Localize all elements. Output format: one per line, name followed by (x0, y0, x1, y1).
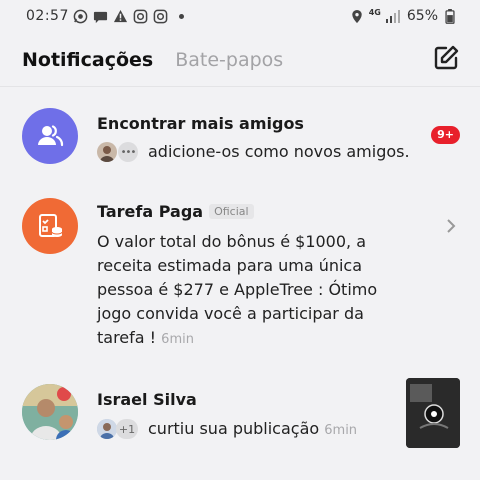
dot-icon (178, 13, 184, 19)
unread-badge: 9+ (431, 126, 460, 144)
body-line-text: tarefa ! (97, 328, 162, 347)
chat-bubble-icon (93, 8, 109, 24)
more-icon: ••• (118, 142, 138, 162)
mini-avatar (97, 419, 117, 439)
compose-button[interactable] (432, 44, 460, 72)
body-line: O valor total do bônus é $1000, a (97, 232, 367, 251)
extra-count: +1 (116, 419, 138, 439)
task-avatar (22, 198, 78, 254)
item-text: curtiu sua publicação 6min (148, 417, 357, 443)
edit-icon (434, 45, 459, 70)
tab-bar: Notificações Bate-papos (0, 38, 480, 82)
body-line: receita estimada para uma única (97, 256, 363, 275)
friends-avatar (22, 108, 78, 164)
chevron-right-icon (446, 218, 456, 238)
friends-icon (38, 125, 64, 147)
task-icon (39, 214, 63, 237)
battery-percent: 65% (406, 8, 438, 24)
item-body: O valor total do bônus é $1000, a receit… (97, 230, 397, 352)
battery-icon (442, 8, 458, 24)
status-right: 4G 65% (349, 8, 458, 24)
tab-chats[interactable]: Bate-papos (175, 49, 283, 71)
body-line: pessoa é $277 e AppleTree : Ótimo (97, 280, 378, 299)
signal-icon (385, 8, 401, 24)
instagram-icon (153, 8, 169, 24)
post-thumbnail[interactable] (406, 378, 460, 448)
body-line: jogo convida você a participar da (97, 304, 364, 323)
item-title: Israel Silva (97, 390, 197, 409)
network-type: 4G (368, 8, 381, 17)
user-avatar[interactable] (22, 384, 78, 440)
item-text: adicione-os como novos amigos. (148, 142, 410, 161)
timestamp: 6min (161, 332, 194, 347)
location-icon (349, 8, 365, 24)
item-title: Encontrar mais amigos (97, 114, 304, 133)
status-bar: 02:57 4G 65% (0, 0, 480, 32)
timestamp: 6min (324, 423, 358, 438)
instagram-icon (133, 8, 149, 24)
item-text-content: curtiu sua publicação (148, 419, 320, 438)
item-title: Tarefa Paga Oficial (97, 202, 254, 221)
body-line: tarefa ! 6min (97, 326, 397, 352)
alert-icon (113, 8, 129, 24)
official-tag: Oficial (209, 204, 254, 219)
whatsapp-icon (73, 8, 89, 24)
status-left: 02:57 (26, 8, 184, 24)
user-photo (22, 384, 78, 440)
status-time: 02:57 (26, 8, 69, 24)
item-title-text: Tarefa Paga (97, 202, 204, 221)
post-image (406, 378, 460, 448)
tab-notifications[interactable]: Notificações (22, 49, 153, 71)
tab-divider (0, 86, 480, 87)
mini-avatar (97, 142, 117, 162)
